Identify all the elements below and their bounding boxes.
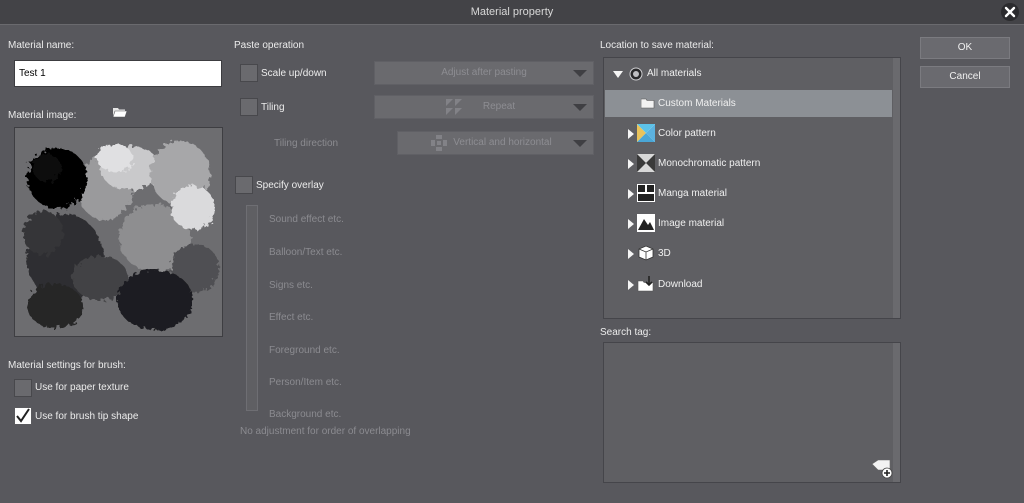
brush-tip-label: Use for brush tip shape (35, 411, 139, 422)
material-image-preview (14, 127, 223, 337)
search-tag-heading: Search tag: (600, 327, 652, 338)
open-folder-icon[interactable] (112, 105, 128, 119)
cancel-button[interactable]: Cancel (920, 66, 1010, 88)
material-image-label: Material image: (8, 110, 77, 121)
tree-item-manga-material[interactable]: Manga material (605, 180, 892, 207)
material-name-input[interactable] (14, 60, 222, 87)
search-tag-scrollbar[interactable] (893, 343, 900, 482)
chevron-down-icon (613, 71, 623, 78)
tiling-checkbox[interactable] (240, 98, 258, 116)
brush-settings-label: Material settings for brush: (8, 360, 126, 371)
repeat-icon (446, 99, 462, 115)
tree-item-image-material[interactable]: Image material (605, 210, 892, 237)
location-scrollbar[interactable] (893, 58, 900, 318)
chevron-right-icon (628, 129, 634, 139)
material-name-label: Material name: (8, 40, 75, 51)
overlay-item: Signs etc. (269, 280, 313, 291)
window-title: Material property (470, 6, 554, 18)
cube-icon (638, 245, 654, 261)
brush-tip-checkbox[interactable] (14, 407, 32, 425)
tree-item-label: 3D (658, 248, 671, 259)
tree-item-all-materials[interactable]: All materials (605, 60, 892, 87)
chevron-right-icon (628, 219, 634, 229)
tiling-combo-value: Repeat (482, 101, 516, 112)
tiling-direction-label: Tiling direction (274, 138, 339, 149)
manga-icon (637, 184, 655, 202)
chevron-right-icon (628, 189, 634, 199)
scale-checkbox[interactable] (240, 64, 258, 82)
paste-operation-heading: Paste operation (234, 40, 305, 51)
globe-icon (629, 67, 643, 81)
no-adjustment-note: No adjustment for order of overlapping (240, 426, 411, 437)
tree-item-download[interactable]: Download (605, 271, 892, 298)
tree-item-label: All materials (647, 68, 702, 79)
overlay-item: Sound effect etc. (269, 214, 344, 225)
mono-pattern-icon (637, 154, 655, 172)
add-tag-icon[interactable] (870, 458, 894, 480)
chevron-right-icon (628, 159, 634, 169)
location-heading: Location to save material: (600, 40, 714, 51)
chevron-right-icon (628, 249, 634, 259)
tree-item-label: Custom Materials (658, 98, 736, 109)
tiling-direction-combo[interactable]: Vertical and horizontal (397, 131, 594, 155)
paper-texture-checkbox[interactable] (14, 379, 32, 397)
overlay-item: Balloon/Text etc. (269, 247, 343, 258)
tree-item-label: Color pattern (658, 128, 716, 139)
direction-icon (431, 135, 447, 151)
chevron-down-icon (573, 104, 587, 111)
paper-texture-label: Use for paper texture (35, 382, 129, 393)
tree-item-label: Image material (658, 218, 725, 229)
chevron-down-icon (573, 70, 587, 77)
specify-overlay-checkbox[interactable] (235, 176, 253, 194)
overlay-item: Person/Item etc. (269, 377, 342, 388)
checkmark-icon (16, 408, 30, 423)
chevron-down-icon (573, 140, 587, 147)
folder-icon (641, 98, 655, 109)
tree-item-label: Download (658, 279, 703, 290)
scale-combo-value: Adjust after pasting (441, 67, 527, 78)
download-icon (637, 276, 654, 292)
tree-item-3d[interactable]: 3D (605, 240, 892, 267)
tree-item-monochromatic-pattern[interactable]: Monochromatic pattern (605, 150, 892, 177)
specify-overlay-label: Specify overlay (256, 180, 324, 191)
overlay-item: Foreground etc. (269, 345, 340, 356)
tree-item-color-pattern[interactable]: Color pattern (605, 120, 892, 147)
ok-button[interactable]: OK (920, 37, 1010, 59)
tree-item-custom-materials[interactable]: Custom Materials (605, 90, 892, 117)
tiling-combo[interactable]: Repeat (374, 95, 594, 119)
overlay-item: Effect etc. (269, 312, 314, 323)
search-tag-box[interactable] (603, 342, 901, 483)
tree-item-label: Monochromatic pattern (658, 158, 761, 169)
tiling-direction-value: Vertical and horizontal (453, 137, 552, 148)
overlay-item: Background etc. (269, 409, 342, 420)
scale-combo[interactable]: Adjust after pasting (374, 61, 594, 85)
color-pattern-icon (637, 124, 655, 142)
scale-label: Scale up/down (261, 68, 327, 79)
tiling-label: Tiling (261, 102, 285, 113)
tree-item-label: Manga material (658, 188, 727, 199)
chevron-right-icon (628, 280, 634, 290)
overlay-order-slider[interactable] (246, 205, 258, 411)
image-icon (637, 214, 655, 232)
close-icon[interactable] (1000, 2, 1020, 22)
